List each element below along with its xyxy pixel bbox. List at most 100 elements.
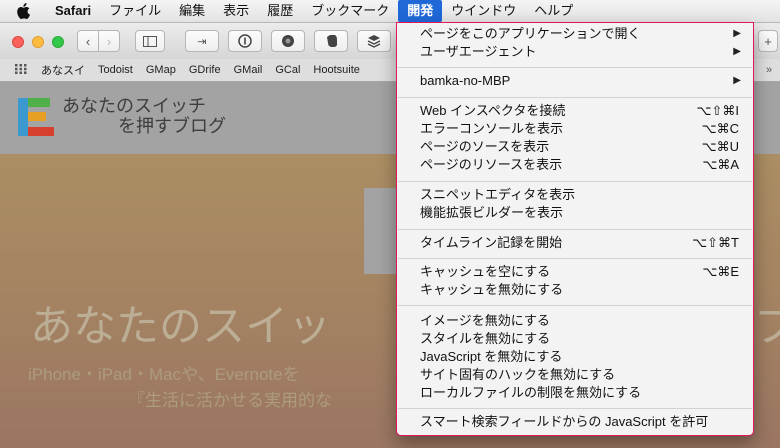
hero-subtitle-line1: iPhone・iPad・Macや、Evernoteを <box>28 365 300 384</box>
menu-window[interactable]: ウインドウ <box>442 0 525 22</box>
apple-menu-icon[interactable] <box>16 3 32 19</box>
info-icon <box>238 34 252 48</box>
menu-item-label: ローカルファイルの制限を無効にする <box>420 385 642 400</box>
menu-item-device[interactable]: bamka-no-MBP ▶ <box>397 72 753 90</box>
hero-title-tail: ブ <box>754 303 780 351</box>
menu-item-allow-smart-search-javascript[interactable]: スマート検索フィールドからの JavaScript を許可 <box>397 413 753 431</box>
menu-item-user-agent[interactable]: ユーザエージェント ▶ <box>397 43 753 61</box>
menu-separator <box>398 67 752 68</box>
evernote-button[interactable] <box>314 30 348 52</box>
bookmark-item[interactable]: GCal <box>275 64 300 76</box>
menu-develop[interactable]: 開発 <box>398 0 443 22</box>
bookmark-item[interactable]: Hootsuite <box>313 64 359 76</box>
menu-item-shortcut: ⌥⌘A <box>702 157 739 172</box>
menu-item-label: スタイルを無効にする <box>420 331 551 346</box>
menu-item-label: 機能拡張ビルダーを表示 <box>420 205 564 220</box>
menu-item-label: ユーザエージェント <box>420 44 537 59</box>
menu-item-error-console[interactable]: エラーコンソールを表示 ⌥⌘C <box>397 120 753 138</box>
minimize-window-button[interactable] <box>32 36 44 48</box>
menu-item-disable-site-hacks[interactable]: サイト固有のハックを無効にする <box>397 366 753 384</box>
menu-item-label: ページのリソースを表示 <box>420 157 563 172</box>
site-title-line2: を押すブログ <box>118 116 226 136</box>
menu-edit[interactable]: 編集 <box>170 0 214 22</box>
menu-item-shortcut: ⌥⌘U <box>701 139 739 154</box>
menu-item-open-page-with[interactable]: ページをこのアプリケーションで開く ▶ <box>397 25 753 43</box>
develop-menu: ページをこのアプリケーションで開く ▶ ユーザエージェント ▶ bamka-no… <box>396 22 754 436</box>
indent-arrow-icon: ⇥ <box>197 35 207 48</box>
bookmark-item[interactable]: GMail <box>234 64 263 76</box>
menu-item-disable-caches[interactable]: キャッシュを無効にする <box>397 281 753 299</box>
info-button[interactable] <box>228 30 262 52</box>
site-title-line1: あなたのスイッチ <box>62 96 206 116</box>
bookmark-item[interactable]: Todoist <box>98 64 133 76</box>
back-button[interactable]: ‹ <box>77 30 99 52</box>
chevron-left-icon: ‹ <box>85 33 91 49</box>
menu-file[interactable]: ファイル <box>100 0 170 22</box>
more-bookmarks-icon[interactable]: » <box>766 64 772 76</box>
buffer-button[interactable] <box>357 30 391 52</box>
menu-item-shortcut: ⌥⇧⌘I <box>696 103 740 118</box>
menu-item-disable-images[interactable]: イメージを無効にする <box>397 312 753 330</box>
menu-item-label: イメージを無効にする <box>420 313 550 328</box>
menu-separator <box>398 258 752 259</box>
menu-item-label: タイムライン記録を開始 <box>420 235 563 250</box>
menu-separator <box>398 97 752 98</box>
menu-item-snippet-editor[interactable]: スニペットエディタを表示 <box>397 186 753 204</box>
menu-item-label: スニペットエディタを表示 <box>420 187 576 202</box>
menu-item-connect-inspector[interactable]: Web インスペクタを接続 ⌥⇧⌘I <box>397 102 753 120</box>
menu-item-label: エラーコンソールを表示 <box>420 121 564 136</box>
menu-bookmarks[interactable]: ブックマーク <box>302 0 398 22</box>
bookmark-item[interactable]: GMap <box>146 64 176 76</box>
evernote-icon <box>326 35 337 47</box>
forward-button[interactable]: › <box>98 30 120 52</box>
menu-bar: Safari ファイル 編集 表示 履歴 ブックマーク 開発 ウインドウ ヘルプ <box>0 0 780 23</box>
record-icon <box>282 35 294 47</box>
site-title[interactable]: あなたのスイッチ を押すブログ <box>62 96 226 136</box>
menu-item-page-source[interactable]: ページのソースを表示 ⌥⌘U <box>397 138 753 156</box>
menu-item-shortcut: ⌥⌘E <box>702 264 739 279</box>
menu-separator <box>398 305 752 306</box>
layers-icon <box>367 35 381 48</box>
bookmark-item[interactable]: あなスイ <box>41 62 85 78</box>
menu-item-label: サイト固有のハックを無効にする <box>420 367 616 382</box>
menu-item-label: Web インスペクタを接続 <box>420 103 566 118</box>
plus-icon: + <box>764 33 772 49</box>
hero-title: あなたのスイッ <box>30 292 331 354</box>
menu-item-shortcut: ⌥⇧⌘T <box>692 235 739 250</box>
zoom-window-button[interactable] <box>52 36 64 48</box>
menu-item-label: ページをこのアプリケーションで開く <box>420 26 641 41</box>
menu-item-extension-builder[interactable]: 機能拡張ビルダーを表示 <box>397 204 753 222</box>
menu-item-empty-caches[interactable]: キャッシュを空にする ⌥⌘E <box>397 263 753 281</box>
submenu-arrow-icon: ▶ <box>733 75 741 86</box>
menu-view[interactable]: 表示 <box>214 0 258 22</box>
bookmark-item[interactable]: GDrife <box>189 64 221 76</box>
menu-item-label: JavaScript を無効にする <box>420 349 563 364</box>
hero-subtitle-line2: 『生活に活かせる実用的な <box>128 391 332 410</box>
menu-history[interactable]: 履歴 <box>258 0 302 22</box>
menu-item-disable-local-file-restrictions[interactable]: ローカルファイルの制限を無効にする <box>397 384 753 402</box>
hero-title-text: あなたのスイッ <box>30 303 331 351</box>
menu-item-page-resources[interactable]: ページのリソースを表示 ⌥⌘A <box>397 156 753 174</box>
menu-item-timeline-recording[interactable]: タイムライン記録を開始 ⌥⇧⌘T <box>397 234 753 252</box>
readability-button[interactable]: ⇥ <box>185 30 219 52</box>
menu-item-label: bamka-no-MBP <box>420 73 511 88</box>
menu-separator <box>398 181 752 182</box>
menu-item-disable-javascript[interactable]: JavaScript を無効にする <box>397 348 753 366</box>
sidebar-icon <box>143 35 157 47</box>
menu-help[interactable]: ヘルプ <box>525 0 582 22</box>
menu-app-name[interactable]: Safari <box>46 0 100 22</box>
menu-item-disable-styles[interactable]: スタイルを無効にする <box>397 330 753 348</box>
grid-icon[interactable] <box>15 63 27 77</box>
sidebar-button[interactable] <box>135 30 165 52</box>
extension-button[interactable] <box>271 30 305 52</box>
menu-item-label: キャッシュを無効にする <box>420 282 564 297</box>
menu-separator <box>398 229 752 230</box>
menu-item-label: スマート検索フィールドからの JavaScript を許可 <box>420 414 709 429</box>
new-tab-button[interactable]: + <box>758 30 778 52</box>
menu-separator <box>398 408 752 409</box>
close-window-button[interactable] <box>12 36 24 48</box>
site-logo[interactable] <box>18 98 54 136</box>
submenu-arrow-icon: ▶ <box>733 46 741 57</box>
menu-item-shortcut: ⌥⌘C <box>701 121 739 136</box>
submenu-arrow-icon: ▶ <box>733 28 741 39</box>
